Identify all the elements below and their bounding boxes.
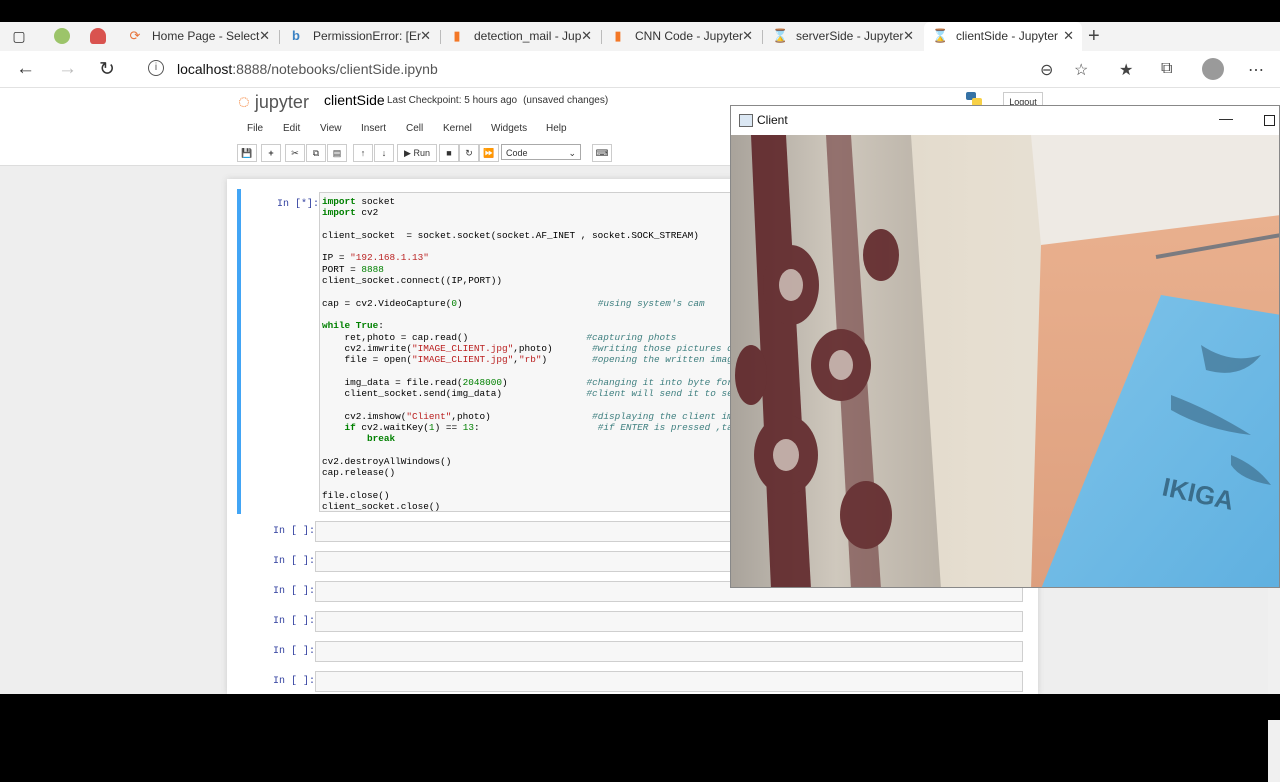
tab-permission-error[interactable]: b PermissionError: [Er ✕ <box>281 22 439 51</box>
cell-prompt: In [ ]: <box>273 646 316 657</box>
more-icon[interactable]: ⋯ <box>1248 60 1264 80</box>
cell-prompt: In [ ]: <box>273 616 316 627</box>
cell-prompt: In [ ]: <box>273 526 316 537</box>
tab-home-page[interactable]: ⟳ Home Page - Select ✕ <box>120 22 278 51</box>
tab-server-side[interactable]: ⌛ serverSide - Jupyter ✕ <box>764 22 922 51</box>
fast-forward-icon[interactable]: ⏩ <box>479 144 499 162</box>
screen-bottom-bar <box>0 694 1280 720</box>
tab-client-side[interactable]: ⌛ clientSide - Jupyter ✕ <box>924 22 1082 51</box>
book-icon: ▮ <box>614 28 622 43</box>
play-icon: ▶ <box>404 148 411 158</box>
empty-code-cell[interactable]: In [ ]: <box>237 671 1027 693</box>
collections-icon[interactable]: ⧉ <box>1161 60 1172 78</box>
code-text: import socket import cv2 client_socket =… <box>322 196 756 513</box>
cell-prompt: In [ ]: <box>273 676 316 687</box>
cell-type-select[interactable]: Code ⌄ <box>501 144 581 160</box>
back-icon[interactable]: ← <box>16 58 35 80</box>
unsaved-text: (unsaved changes) <box>523 95 609 106</box>
site-info-icon[interactable]: i <box>148 60 164 76</box>
move-up-icon[interactable]: ↑ <box>353 144 373 162</box>
add-favorite-icon[interactable]: ☆ <box>1074 60 1088 80</box>
client-window-titlebar[interactable]: Client — <box>731 106 1279 135</box>
empty-code-cell[interactable]: In [ ]: <box>237 641 1027 663</box>
tab-actions-icon[interactable]: ▢ <box>10 27 28 45</box>
cell-prompt: In [ ]: <box>273 586 316 597</box>
hourglass-icon: ⌛ <box>932 28 949 43</box>
book-icon: ▮ <box>453 28 461 43</box>
jupyter-logo-icon: ◌ <box>238 91 250 113</box>
menu-edit[interactable]: Edit <box>283 123 300 134</box>
cut-icon[interactable]: ✂ <box>285 144 305 162</box>
copy-icon[interactable]: ⧉ <box>306 144 326 162</box>
menu-insert[interactable]: Insert <box>361 123 386 134</box>
browser-address-bar: ← → ↻ i localhost:8888/notebooks/clientS… <box>0 51 1280 88</box>
reload-icon[interactable]: ↻ <box>99 58 115 81</box>
menu-widgets[interactable]: Widgets <box>491 123 527 134</box>
new-tab-icon[interactable]: + <box>1088 25 1100 48</box>
client-window-title: Client <box>757 113 788 127</box>
maximize-icon[interactable] <box>1264 115 1275 126</box>
hourglass-icon: ⌛ <box>772 28 789 43</box>
cell-prompt: In [*]: <box>277 199 320 210</box>
webcam-image: IKIGA <box>731 135 1279 587</box>
window-app-icon <box>739 114 753 127</box>
close-icon[interactable]: ✕ <box>420 28 431 44</box>
favorites-icon[interactable]: ★ <box>1119 60 1133 80</box>
close-icon[interactable]: ✕ <box>1063 28 1074 44</box>
stop-icon[interactable]: ■ <box>439 144 459 162</box>
workspace-icon[interactable] <box>54 28 70 44</box>
chevron-down-icon: ⌄ <box>568 148 576 158</box>
insert-cell-icon[interactable]: + <box>261 144 281 162</box>
jupyter-logo[interactable]: ◌ jupyter <box>238 91 309 114</box>
empty-code-cell[interactable]: In [ ]: <box>237 611 1027 633</box>
tab-detection-mail[interactable]: ▮ detection_mail - Jup ✕ <box>442 22 600 51</box>
checkpoint-status: Last Checkpoint: 5 hours ago (unsaved cha… <box>387 95 608 106</box>
screen-top-bar <box>0 0 1280 22</box>
code-input[interactable] <box>315 671 1023 692</box>
profile-hat-icon[interactable] <box>90 28 106 44</box>
client-window[interactable]: Client — IKIGA <box>730 105 1280 588</box>
move-down-icon[interactable]: ↓ <box>374 144 394 162</box>
tab-separator <box>762 30 763 44</box>
jupyter-logo-text: jupyter <box>254 92 309 112</box>
avatar[interactable] <box>1202 58 1224 80</box>
zoom-icon[interactable]: ⊖ <box>1040 60 1053 80</box>
run-button[interactable]: ▶ Run <box>397 144 437 162</box>
loading-spinner-icon: ⟳ <box>129 28 141 43</box>
menu-view[interactable]: View <box>320 123 342 134</box>
keyboard-icon[interactable]: ⌨ <box>592 144 612 162</box>
menu-cell[interactable]: Cell <box>406 123 423 134</box>
url-field[interactable]: i localhost:8888/notebooks/clientSide.ip… <box>140 55 1100 83</box>
menu-file[interactable]: File <box>247 123 263 134</box>
cell-type-value: Code <box>506 148 528 158</box>
tab-cnn-code[interactable]: ▮ CNN Code - Jupyter ✕ <box>603 22 761 51</box>
cell-prompt: In [ ]: <box>273 556 316 567</box>
checkpoint-text: Last Checkpoint: 5 hours ago <box>387 95 518 106</box>
close-icon[interactable]: ✕ <box>259 28 270 44</box>
tab-separator <box>279 30 280 44</box>
code-input[interactable] <box>315 611 1023 632</box>
code-input[interactable] <box>315 641 1023 662</box>
url-path: :8888/notebooks/clientSide.ipynb <box>232 61 438 77</box>
forward-icon[interactable]: → <box>58 58 77 80</box>
save-icon[interactable]: 💾 <box>237 144 257 162</box>
close-icon[interactable]: ✕ <box>581 28 592 44</box>
menu-help[interactable]: Help <box>546 123 567 134</box>
close-icon[interactable]: ✕ <box>903 28 914 44</box>
minimize-icon[interactable]: — <box>1219 110 1233 126</box>
notebook-name[interactable]: clientSide <box>324 92 385 108</box>
url-host: localhost <box>177 61 233 77</box>
restart-icon[interactable]: ↻ <box>459 144 479 162</box>
tab-separator <box>440 30 441 44</box>
paste-icon[interactable]: ▤ <box>327 144 347 162</box>
menu-kernel[interactable]: Kernel <box>443 123 472 134</box>
tab-separator <box>601 30 602 44</box>
browser-tab-strip: ▢ ⟳ Home Page - Select ✕ b PermissionErr… <box>0 22 1280 52</box>
webcam-frame: IKIGA <box>731 135 1279 587</box>
bing-icon: b <box>292 28 300 43</box>
close-icon[interactable]: ✕ <box>742 28 753 44</box>
